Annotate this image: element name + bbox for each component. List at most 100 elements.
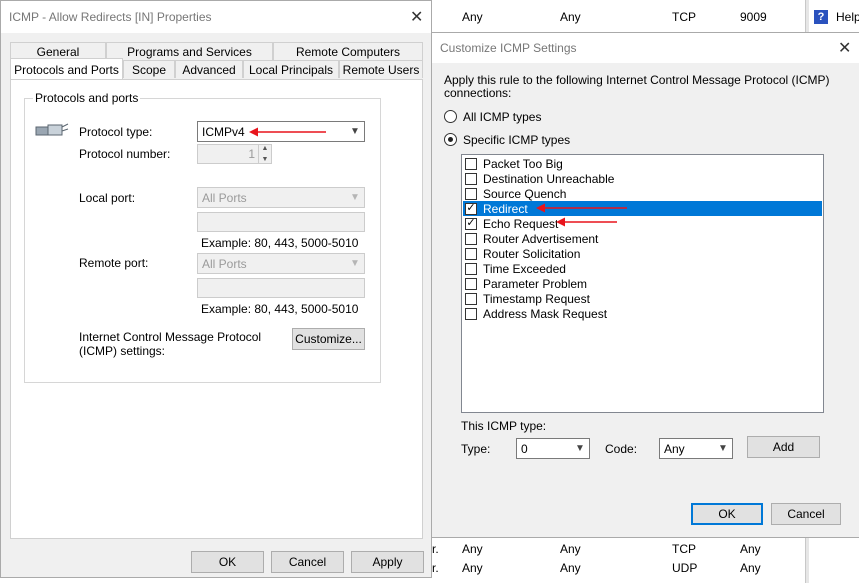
list-item[interactable]: Source Quench (463, 186, 822, 201)
chevron-down-icon: ▼ (350, 191, 360, 203)
type-select[interactable]: 0 ▼ (516, 438, 590, 459)
apply-button[interactable]: Apply (351, 551, 424, 573)
code-label: Code: (605, 442, 638, 456)
icmp-ok-button[interactable]: OK (691, 503, 763, 525)
checkbox[interactable] (465, 307, 477, 320)
tab-protocols-and-ports[interactable]: Protocols and Ports (10, 58, 123, 80)
list-item[interactable]: Router Solicitation (463, 246, 822, 261)
icmp-cancel-button[interactable]: Cancel (771, 503, 841, 525)
icmp-dialog-title: Customize ICMP Settings (440, 41, 577, 55)
specific-icmp-types-radio[interactable] (444, 133, 457, 146)
list-cell: Any (560, 561, 581, 575)
code-select[interactable]: Any ▼ (659, 438, 733, 459)
tab-scope[interactable]: Scope (123, 60, 175, 78)
list-item[interactable]: r. Any Any UDP Any (432, 559, 802, 577)
list-item-label: Timestamp Request (483, 291, 590, 306)
type-value: 0 (521, 441, 528, 456)
chevron-down-icon: ▼ (575, 442, 585, 454)
remote-port-select[interactable]: All Ports ▼ (197, 253, 365, 274)
checkbox[interactable] (465, 172, 477, 185)
list-item-label: Router Solicitation (483, 246, 581, 261)
checkbox[interactable] (465, 157, 477, 170)
list-item-label: Source Quench (483, 186, 567, 201)
protocol-number-stepper[interactable]: 1 ▲ ▼ (197, 144, 272, 164)
local-port-example: Example: 80, 443, 5000-5010 (201, 236, 359, 250)
tab-remote-users[interactable]: Remote Users (339, 60, 423, 78)
checkbox[interactable] (465, 187, 477, 200)
list-item[interactable]: Time Exceeded (463, 261, 822, 276)
list-cell: Any (740, 542, 761, 556)
list-cell: r. (432, 561, 439, 575)
list-cell: UDP (672, 561, 698, 575)
spin-arrows-icon[interactable]: ▲ ▼ (258, 145, 271, 163)
properties-title: ICMP - Allow Redirects [IN] Properties (9, 10, 212, 24)
list-item-label: Router Advertisement (483, 231, 599, 246)
list-item-label: Packet Too Big (483, 156, 563, 171)
icmp-types-listbox[interactable]: Packet Too Big Destination Unreachable Sou… (461, 154, 824, 413)
protocols-and-ports-panel: Protocols and ports Protocol type: ICMPv… (10, 79, 423, 539)
checkbox[interactable] (465, 247, 477, 260)
add-button[interactable]: Add (747, 436, 820, 458)
local-port-value: All Ports (202, 190, 247, 205)
list-item[interactable]: Destination Unreachable (463, 171, 822, 186)
checkbox[interactable] (465, 292, 477, 305)
remote-port-example: Example: 80, 443, 5000-5010 (201, 302, 359, 316)
list-cell: TCP (672, 542, 696, 556)
close-icon[interactable]: ✕ (838, 38, 851, 58)
properties-dialog: ICMP - Allow Redirects [IN] Properties ✕… (0, 0, 432, 578)
network-cable-icon (35, 123, 69, 136)
icmp-intro-text-2: connections: (444, 86, 512, 100)
chevron-down-icon: ▼ (718, 442, 728, 454)
list-cell: Any (740, 561, 761, 575)
list-item[interactable]: ✓ Redirect (463, 201, 822, 216)
icmp-intro-text: Apply this rule to the following Interne… (444, 73, 830, 87)
list-item[interactable]: Address Mask Request (463, 306, 822, 321)
local-port-input[interactable] (197, 212, 365, 232)
tab-local-principals[interactable]: Local Principals (243, 60, 339, 78)
customize-icmp-dialog: Customize ICMP Settings ✕ Apply this rul… (431, 32, 859, 538)
checkbox[interactable]: ✓ (465, 217, 477, 230)
list-cell: Any (462, 542, 483, 556)
local-port-select[interactable]: All Ports ▼ (197, 187, 365, 208)
properties-titlebar[interactable]: ICMP - Allow Redirects [IN] Properties (1, 1, 431, 33)
annotation-arrow-icon (249, 127, 326, 137)
list-cell: Any (560, 542, 581, 556)
list-item[interactable]: Router Advertisement (463, 231, 822, 246)
remote-port-value: All Ports (202, 256, 247, 271)
cancel-button[interactable]: Cancel (271, 551, 344, 573)
customize-button[interactable]: Customize... (292, 328, 365, 350)
tab-advanced[interactable]: Advanced (175, 60, 243, 78)
ok-button[interactable]: OK (191, 551, 264, 573)
remote-port-label: Remote port: (79, 256, 149, 270)
checkbox[interactable]: ✓ (465, 202, 477, 215)
all-icmp-types-radio[interactable] (444, 110, 457, 123)
list-item[interactable]: Any Any TCP 9009 (432, 8, 802, 26)
this-icmp-type-label: This ICMP type: (461, 419, 547, 433)
protocol-type-value: ICMPv4 (202, 124, 245, 139)
help-icon: ? (814, 10, 828, 24)
list-item[interactable]: r. Any Any TCP Any (432, 540, 802, 558)
icmp-titlebar[interactable]: Customize ICMP Settings (432, 33, 859, 63)
annotation-arrow-icon (556, 217, 617, 227)
tab-row-bottom: Protocols and Ports Scope Advanced Local… (10, 58, 423, 80)
checkbox[interactable] (465, 262, 477, 275)
protocols-group: Protocols and ports Protocol type: ICMPv… (24, 91, 381, 383)
list-item[interactable]: Packet Too Big (463, 156, 822, 171)
list-item[interactable]: Timestamp Request (463, 291, 822, 306)
specific-icmp-types-label: Specific ICMP types (463, 133, 571, 147)
type-label: Type: (461, 442, 491, 456)
icmp-settings-label-2: (ICMP) settings: (79, 344, 166, 358)
close-icon[interactable]: ✕ (410, 7, 423, 27)
list-item[interactable]: ✓ Echo Request (463, 216, 822, 231)
checkbox[interactable] (465, 277, 477, 290)
checkbox[interactable] (465, 232, 477, 245)
list-item-label: Time Exceeded (483, 261, 566, 276)
list-cell: Any (462, 10, 483, 24)
help-action[interactable]: ? Help (814, 10, 859, 24)
list-cell: TCP (672, 10, 696, 24)
all-icmp-types-label: All ICMP types (463, 110, 542, 124)
protocol-type-label: Protocol type: (79, 125, 153, 139)
remote-port-input[interactable] (197, 278, 365, 298)
list-item[interactable]: Parameter Problem (463, 276, 822, 291)
list-cell: Any (560, 10, 581, 24)
